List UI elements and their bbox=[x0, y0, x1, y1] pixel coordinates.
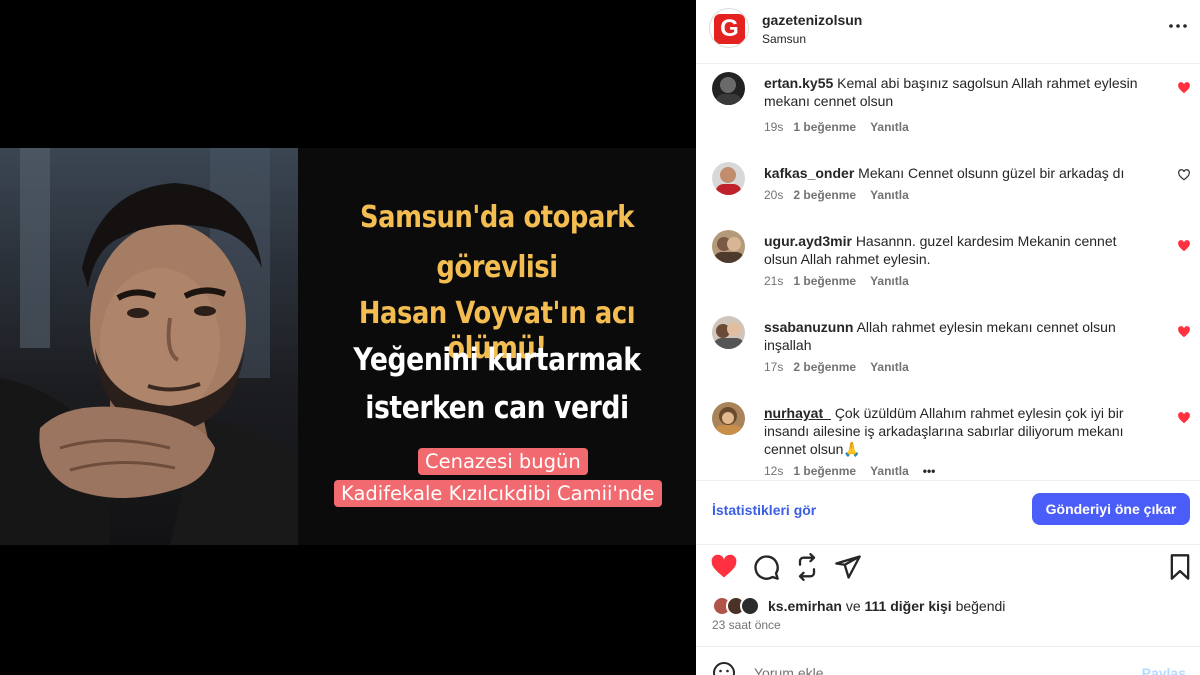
reply-button[interactable]: Yanıtla bbox=[870, 360, 909, 374]
comment-bubble-icon[interactable] bbox=[752, 553, 780, 581]
boost-post-button[interactable]: Gönderiyi öne çıkar bbox=[1032, 493, 1190, 525]
comment-likes[interactable]: 2 beğenme bbox=[793, 188, 856, 202]
headline-line-5: isterken can verdi bbox=[365, 390, 629, 426]
like-heart-icon[interactable] bbox=[710, 553, 738, 581]
commenter-avatar[interactable] bbox=[712, 230, 745, 263]
share-send-icon[interactable] bbox=[834, 553, 862, 581]
comment-time[interactable]: 20s bbox=[764, 188, 783, 202]
post-sidebar: G gazetenizolsun Samsun ertan.ky55 Kemal… bbox=[696, 0, 1200, 675]
reply-button[interactable]: Yanıtla bbox=[870, 188, 909, 202]
comment-time[interactable]: 12s bbox=[764, 464, 783, 478]
headline-line-1: Samsun'da otopark bbox=[360, 200, 634, 235]
comment-time[interactable]: 19s bbox=[764, 120, 783, 134]
comment-likes[interactable]: 1 beğenme bbox=[793, 464, 856, 478]
comment-meta: 17s 2 beğenme Yanıtla bbox=[764, 360, 923, 374]
comment-item: ertan.ky55 Kemal abi başınız sagolsun Al… bbox=[696, 64, 1200, 150]
headline-panel: Samsun'da otopark görevlisi Hasan Voyvat… bbox=[298, 148, 696, 545]
portrait-photo bbox=[0, 148, 298, 545]
comment-text: Mekanı Cennet olsunn güzel bir arkadaş d… bbox=[858, 165, 1125, 181]
heart-filled-icon[interactable] bbox=[1177, 325, 1191, 339]
funeral-line-2: Kadifekale Kızılcıkdibi Camii'nde bbox=[334, 480, 662, 507]
post-header: G gazetenizolsun Samsun bbox=[696, 0, 1200, 64]
comment-body: kafkas_onder Mekanı Cennet olsunn güzel … bbox=[764, 164, 1144, 182]
add-comment-bar: Paylaş bbox=[696, 646, 1200, 675]
comment-likes[interactable]: 1 beğenme bbox=[793, 120, 856, 134]
comment-body: ertan.ky55 Kemal abi başınız sagolsun Al… bbox=[764, 74, 1144, 110]
reply-button[interactable]: Yanıtla bbox=[870, 120, 909, 134]
comment-username[interactable]: ugur.ayd3mir bbox=[764, 233, 852, 249]
gazete-logo-icon: G bbox=[714, 14, 745, 44]
comment-username[interactable]: nurhayat_ bbox=[764, 405, 831, 421]
commenter-avatar[interactable] bbox=[712, 72, 745, 105]
comment-item: ugur.ayd3mir Hasannn. guzel kardesim Mek… bbox=[696, 222, 1200, 308]
comment-item: ssabanuzunn Allah rahmet eylesin mekanı … bbox=[696, 308, 1200, 394]
commenter-avatar[interactable] bbox=[712, 316, 745, 349]
likes-connector: ve bbox=[845, 598, 861, 614]
repost-icon[interactable] bbox=[793, 553, 821, 581]
likes-suffix: beğendi bbox=[955, 598, 1006, 614]
emoji-icon[interactable] bbox=[712, 661, 736, 675]
comment-body: nurhayat_ Çok üzüldüm Allahım rahmet eyl… bbox=[764, 404, 1144, 458]
heart-outline-icon[interactable] bbox=[1177, 168, 1191, 182]
account-avatar[interactable]: G bbox=[709, 8, 749, 48]
comment-meta: 20s 2 beğenme Yanıtla bbox=[764, 188, 923, 202]
comment-username[interactable]: kafkas_onder bbox=[764, 165, 854, 181]
post-action-icons bbox=[696, 544, 1200, 588]
comment-meta: 12s 1 beğenme Yanıtla ••• bbox=[764, 464, 949, 478]
more-horizontal-icon[interactable] bbox=[1166, 14, 1190, 38]
likes-text: ks.emirhan ve 111 diğer kişi beğendi bbox=[768, 598, 1005, 614]
headline-line-2: görevlisi bbox=[436, 250, 558, 285]
comment-body: ugur.ayd3mir Hasannn. guzel kardesim Mek… bbox=[764, 232, 1144, 268]
funeral-line-1: Cenazesi bugün bbox=[418, 448, 588, 475]
post-timestamp[interactable]: 23 saat önce bbox=[712, 618, 781, 632]
view-insights-link[interactable]: İstatistikleri gör bbox=[712, 502, 816, 518]
comment-item: nurhayat_ Çok üzüldüm Allahım rahmet eyl… bbox=[696, 394, 1200, 480]
post-image[interactable]: Samsun'da otopark görevlisi Hasan Voyvat… bbox=[0, 148, 696, 545]
heart-filled-icon[interactable] bbox=[1177, 411, 1191, 425]
post-media: Samsun'da otopark görevlisi Hasan Voyvat… bbox=[0, 0, 696, 675]
commenter-avatar[interactable] bbox=[712, 402, 745, 435]
comment-time[interactable]: 17s bbox=[764, 360, 783, 374]
comment-item: kafkas_onder Mekanı Cennet olsunn güzel … bbox=[696, 154, 1200, 224]
account-name[interactable]: gazetenizolsun bbox=[762, 12, 862, 28]
comment-username[interactable]: ssabanuzunn bbox=[764, 319, 853, 335]
comment-time[interactable]: 21s bbox=[764, 274, 783, 288]
comments-list: ertan.ky55 Kemal abi başınız sagolsun Al… bbox=[696, 64, 1200, 480]
owner-actions-bar: İstatistikleri gör Gönderiyi öne çıkar bbox=[696, 480, 1200, 540]
reply-button[interactable]: Yanıtla bbox=[870, 464, 909, 478]
comment-meta: 21s 1 beğenme Yanıtla bbox=[764, 274, 923, 288]
comment-likes[interactable]: 1 beğenme bbox=[793, 274, 856, 288]
liker-avatar[interactable] bbox=[740, 596, 760, 616]
comment-username[interactable]: ertan.ky55 bbox=[764, 75, 833, 91]
post-comment-button[interactable]: Paylaş bbox=[1142, 665, 1186, 675]
save-bookmark-icon[interactable] bbox=[1166, 553, 1194, 581]
comment-likes[interactable]: 2 beğenme bbox=[793, 360, 856, 374]
reply-button[interactable]: Yanıtla bbox=[870, 274, 909, 288]
liker-username[interactable]: ks.emirhan bbox=[768, 598, 842, 614]
commenter-avatar[interactable] bbox=[712, 162, 745, 195]
heart-filled-icon[interactable] bbox=[1177, 239, 1191, 253]
account-location[interactable]: Samsun bbox=[762, 32, 806, 46]
likes-others-link[interactable]: 111 diğer kişi bbox=[865, 598, 952, 614]
comment-body: ssabanuzunn Allah rahmet eylesin mekanı … bbox=[764, 318, 1144, 354]
heart-filled-icon[interactable] bbox=[1177, 81, 1191, 95]
comment-more-button[interactable]: ••• bbox=[923, 464, 936, 478]
comment-input[interactable] bbox=[754, 665, 1134, 675]
comment-meta: 19s 1 beğenme Yanıtla bbox=[764, 120, 923, 134]
headline-line-4: Yeğenini kurtarmak bbox=[353, 342, 641, 378]
